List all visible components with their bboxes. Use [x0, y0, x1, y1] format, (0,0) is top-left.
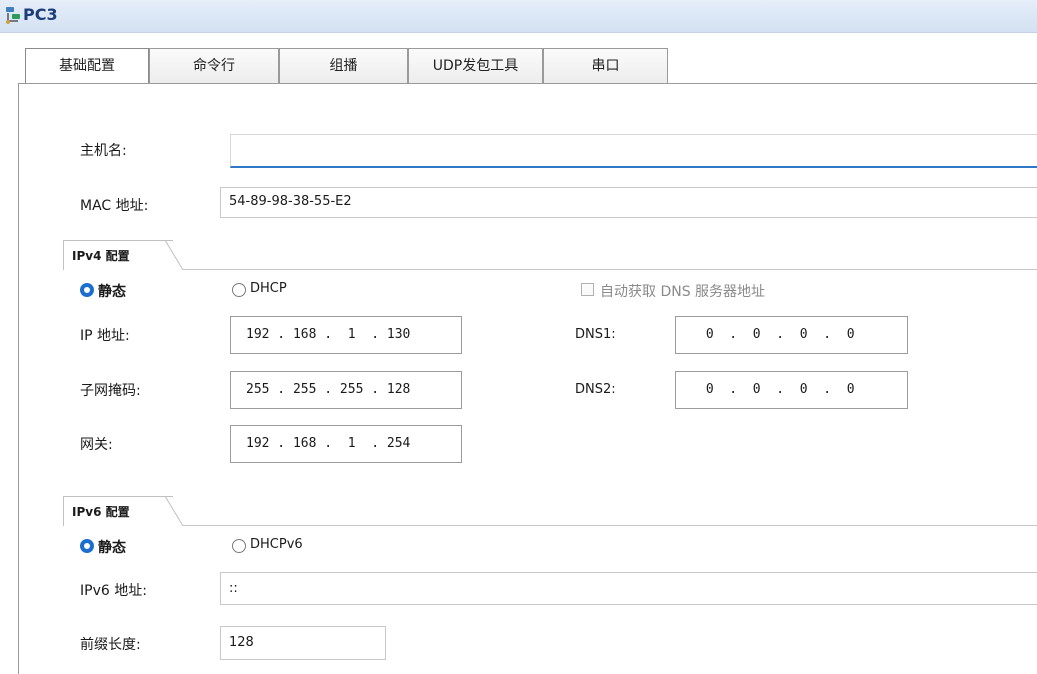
tab-serial-port[interactable]: 串口: [543, 48, 668, 84]
ipv6-tab-slant: [165, 496, 184, 527]
hostname-input[interactable]: [230, 134, 1037, 168]
ip-address-label: IP 地址:: [80, 328, 130, 344]
prefix-length-label: 前缀长度:: [80, 637, 141, 653]
ipv4-section-title: IPv4 配置: [63, 240, 173, 270]
dns1-label: DNS1:: [575, 327, 616, 342]
mac-address-field: 54-89-98-38-55-E2: [220, 187, 1037, 218]
ipv6-static-radio[interactable]: [80, 539, 94, 553]
pc-network-icon: [6, 7, 20, 24]
ipv4-static-label: 静态: [98, 284, 126, 300]
auto-dns-label: 自动获取 DNS 服务器地址: [600, 284, 766, 300]
subnet-mask-label: 子网掩码:: [80, 383, 141, 399]
ipv4-divider: [183, 269, 1037, 270]
ipv4-dhcp-label: DHCP: [250, 281, 287, 296]
auto-dns-checkbox[interactable]: [581, 283, 594, 296]
tab-multicast[interactable]: 组播: [279, 48, 408, 84]
title-bar: PC3: [0, 0, 1037, 33]
ipv4-static-radio[interactable]: [80, 283, 94, 297]
ipv6-static-label: 静态: [98, 540, 126, 556]
ipv6-dhcpv6-radio[interactable]: [232, 539, 246, 553]
ipv6-section-title: IPv6 配置: [63, 496, 173, 526]
ipv4-tab-slant: [165, 240, 184, 271]
dns1-input[interactable]: 0 . 0 . 0 . 0: [675, 316, 908, 354]
hostname-label: 主机名:: [80, 143, 127, 159]
mac-label: MAC 地址:: [80, 198, 149, 214]
gateway-label: 网关:: [80, 437, 113, 453]
ipv6-address-input[interactable]: ::: [220, 572, 1037, 605]
tab-command-line[interactable]: 命令行: [149, 48, 279, 84]
tab-udp-tool[interactable]: UDP发包工具: [408, 48, 543, 84]
tab-basic-config[interactable]: 基础配置: [25, 48, 149, 85]
dns2-input[interactable]: 0 . 0 . 0 . 0: [675, 371, 908, 409]
ipv4-dhcp-radio[interactable]: [232, 283, 246, 297]
ip-address-input[interactable]: 192 . 168 . 1 . 130: [230, 316, 462, 354]
prefix-length-input[interactable]: 128: [220, 626, 386, 660]
dns2-label: DNS2:: [575, 382, 616, 397]
ipv6-address-label: IPv6 地址:: [80, 583, 147, 599]
window-title: PC3: [23, 5, 58, 24]
ipv6-dhcpv6-label: DHCPv6: [250, 537, 303, 552]
ipv6-divider: [183, 525, 1037, 526]
subnet-mask-input[interactable]: 255 . 255 . 255 . 128: [230, 371, 462, 409]
gateway-input[interactable]: 192 . 168 . 1 . 254: [230, 425, 462, 463]
